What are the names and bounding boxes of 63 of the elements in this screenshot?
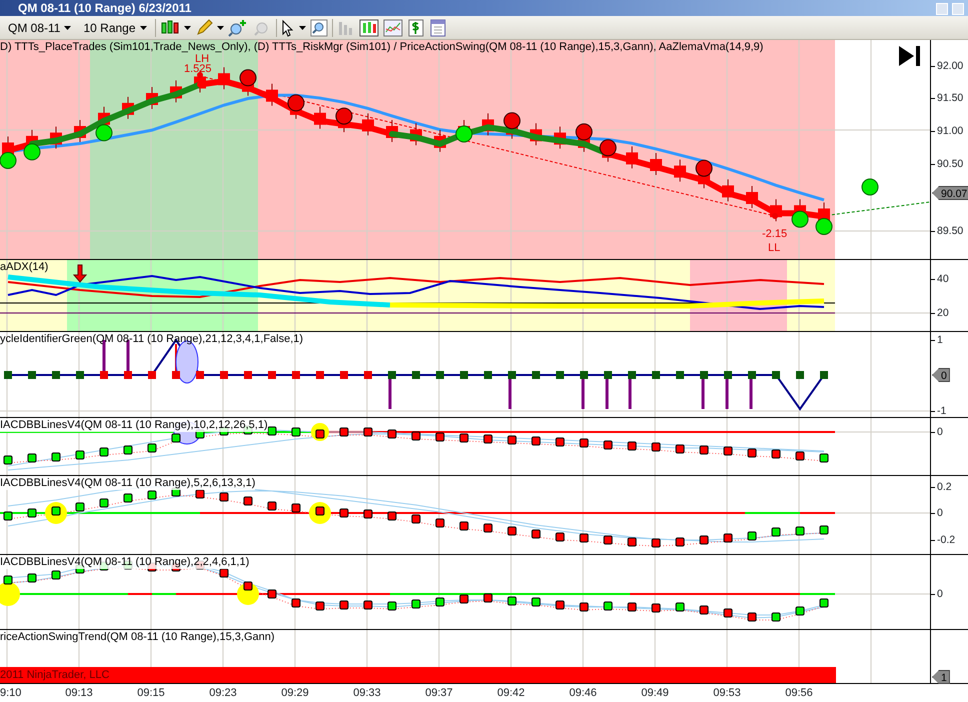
time-label: 09:15 (137, 687, 165, 699)
dollar-icon[interactable] (406, 18, 425, 36)
line-chart-icon[interactable] (382, 18, 403, 36)
price-marker: 0 (932, 368, 950, 382)
caret-icon[interactable] (184, 26, 191, 30)
time-label: 09:33 (353, 687, 381, 699)
time-label: 09:13 (65, 687, 93, 699)
swing-point (197, 72, 203, 78)
axis-label: -1 (931, 405, 946, 417)
time-label: 09:56 (785, 687, 813, 699)
search-icon[interactable] (310, 18, 328, 36)
axis-label: 1 (931, 334, 943, 346)
indicator-label: D) TTTs_PlaceTrades (Sim101,Trade_News_Only), (D) TTTs_RiskMgr (Sim101) / PriceActionSwing(QM 08-11 (10 Range),15,3,Gann), AaZlemaVma(14,9,9) (0, 41, 764, 54)
axis-label: 90.50 (931, 158, 964, 170)
swing-value: 1.525 (184, 63, 212, 75)
price-marker: 90.07 (932, 186, 968, 200)
axis-label: 0 (931, 426, 943, 438)
instrument-dropdown[interactable]: QM 08-11 (4, 16, 76, 38)
indicator-label: ycleIdentifierGreen(QM 08-11 (10 Range),21,12,3,4,1,False,1) (0, 333, 304, 346)
pointer-icon[interactable] (280, 18, 295, 36)
time-label: 09:23 (209, 687, 237, 699)
time-label: 9:10 (0, 687, 22, 699)
pencil-icon[interactable] (194, 18, 213, 36)
axis-label: 20 (931, 307, 949, 319)
candlestick-icon[interactable] (160, 18, 180, 36)
swing-point (772, 213, 778, 219)
zoom-in-icon[interactable] (228, 18, 248, 36)
axis-label: 89.50 (931, 225, 964, 237)
axis-label: 0 (931, 507, 943, 519)
axis-label: 91.50 (931, 92, 964, 104)
swing-value: -2.15 (762, 228, 788, 240)
swing-tag: LL (768, 242, 780, 254)
properties-icon[interactable] (428, 18, 447, 36)
signal-dot (862, 178, 878, 196)
copyright-bar: 2011 NinjaTrader, LLC (0, 667, 836, 683)
swing-tag: LH (195, 53, 210, 65)
interval-dropdown[interactable]: 10 Range (79, 16, 151, 38)
window-title: QM 08-11 (10 Range) 6/23/2011 (18, 0, 192, 16)
indicator-label: IACDBBLinesV4(QM 08-11 (10 Range),10,2,12,26,5,1) (0, 419, 268, 432)
indicator-label: IACDBBLinesV4(QM 08-11 (10 Range),5,2,6,13,3,1) (0, 477, 256, 490)
chart-bars-icon[interactable] (358, 18, 379, 36)
time-label: 09:46 (569, 687, 597, 699)
axis-label: 0.2 (931, 481, 952, 493)
down-arrow-icon (72, 264, 88, 283)
indicator-label: aADX(14) (0, 261, 48, 274)
time-label: 09:37 (425, 687, 453, 699)
caret-icon (140, 26, 147, 30)
axis-label: 91.00 (931, 125, 964, 137)
caret-icon[interactable] (216, 26, 224, 30)
time-label: 09:53 (713, 687, 741, 699)
axis-label: 0 (931, 588, 943, 600)
time-label: 09:29 (281, 687, 309, 699)
time-label: 09:49 (641, 687, 669, 699)
price-marker: 1 (932, 670, 950, 684)
scroll-to-end-icon[interactable] (899, 46, 921, 66)
indicator-label: IACDBBLinesV4(QM 08-11 (10 Range),2,2,4,6,1,1) (0, 556, 250, 569)
time-label: 09:42 (497, 687, 525, 699)
caret-icon[interactable] (298, 26, 306, 30)
axis-label: 92.00 (931, 60, 964, 72)
axis-label: 40 (931, 273, 949, 285)
indicator-label: riceActionSwingTrend(QM 08-11 (10 Range),15,3,Gann) (0, 631, 275, 644)
axis-label: -0.2 (931, 534, 956, 546)
caret-icon (64, 26, 72, 30)
